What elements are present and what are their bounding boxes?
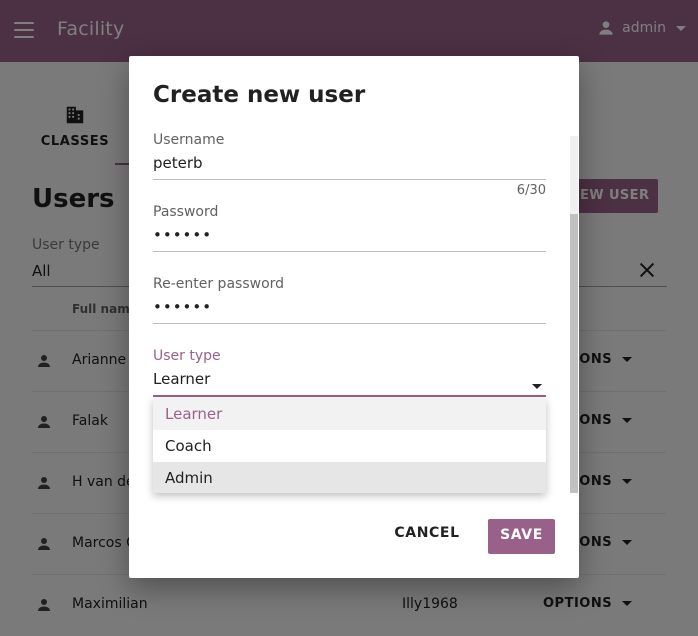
username-underline (153, 179, 546, 180)
option-admin[interactable]: Admin (153, 462, 546, 493)
password-field[interactable]: Password •••••• (153, 204, 546, 252)
create-user-dialog: Create new user Username peterb 6/30 Pas… (129, 56, 579, 578)
user-type-label: User type (153, 348, 221, 364)
reenter-password-label: Re-enter password (153, 276, 285, 292)
password-input[interactable]: •••••• (153, 226, 546, 246)
dropdown-arrow-icon[interactable] (532, 384, 542, 389)
option-coach[interactable]: Coach (153, 430, 546, 462)
dialog-title: Create new user (153, 82, 366, 108)
reenter-password-input[interactable]: •••••• (153, 298, 546, 318)
reenter-password-field[interactable]: Re-enter password •••••• (153, 276, 546, 324)
password-label: Password (153, 204, 219, 220)
user-type-dropdown-menu: Learner Coach Admin (153, 398, 546, 493)
username-field[interactable]: Username peterb 6/30 (153, 132, 546, 198)
cancel-button[interactable]: CANCEL (392, 525, 462, 549)
reenter-password-underline (153, 323, 546, 324)
username-input[interactable]: peterb (153, 154, 546, 174)
dialog-scrollbar[interactable] (570, 136, 578, 493)
option-learner[interactable]: Learner (153, 398, 546, 430)
user-type-value[interactable]: Learner (153, 370, 546, 390)
password-underline (153, 251, 546, 252)
scrollbar-thumb[interactable] (570, 214, 578, 493)
username-char-counter: 6/30 (516, 183, 546, 198)
username-label: Username (153, 132, 225, 148)
user-type-select[interactable]: User type Learner (153, 348, 546, 397)
user-type-underline (153, 395, 546, 397)
save-button[interactable]: SAVE (488, 519, 555, 554)
